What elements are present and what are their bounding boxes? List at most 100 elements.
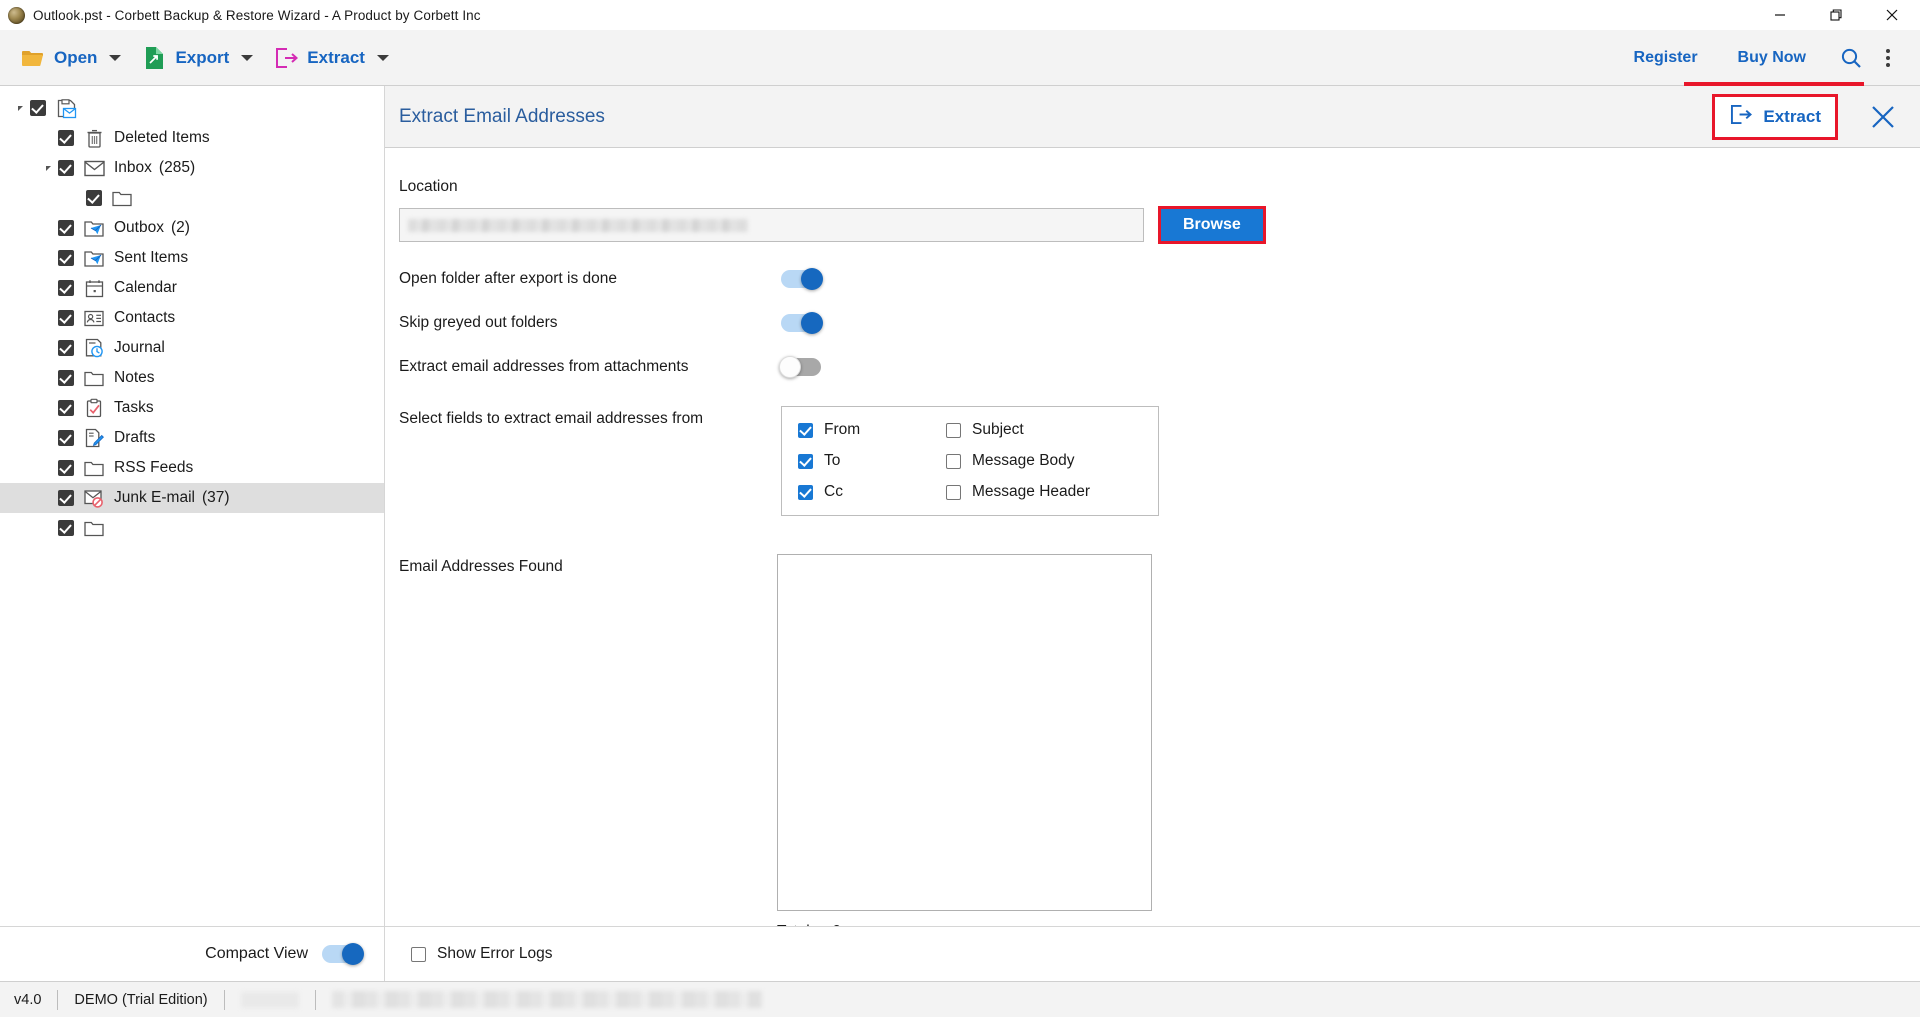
tree-node-outbox[interactable]: Outbox (2) (0, 213, 384, 243)
checkbox-box (798, 453, 813, 469)
checkbox-box (411, 946, 426, 962)
tree-node-checkbox[interactable] (58, 490, 74, 506)
found-list[interactable] (777, 554, 1152, 911)
status-divider (314, 989, 316, 1010)
panel-header-actions: Extract (1712, 86, 1920, 148)
tree-node-checkbox[interactable] (58, 280, 74, 296)
compact-view-toggle[interactable] (322, 943, 364, 965)
tree-node-calendar[interactable]: Calendar (0, 273, 384, 303)
option-toggle[interactable] (781, 312, 823, 334)
found-wrap: Total : 0 (777, 554, 1152, 926)
field-checkbox-to[interactable]: To (798, 452, 946, 470)
tree-node-checkbox[interactable] (58, 310, 74, 326)
field-checkbox-subject[interactable]: Subject (946, 421, 1090, 439)
location-input[interactable] (399, 208, 1144, 242)
panel-body: Location Browse Open folder after export… (385, 148, 1920, 926)
tree-node-checkbox[interactable] (58, 160, 74, 176)
extract-button-label: Extract (1763, 106, 1821, 126)
tree-node-unnamed[interactable] (0, 513, 384, 543)
tree-node-checkbox[interactable] (58, 220, 74, 236)
tree-node-label: Calendar (114, 279, 177, 296)
tree-node-count: (37) (201, 489, 230, 506)
field-checkbox-label: Cc (824, 483, 843, 500)
tree-node-checkbox[interactable] (58, 370, 74, 386)
folder-tree[interactable]: Deleted Items Inbox (285) Outbox (2) Sent Ite… (0, 86, 384, 926)
folder-icon (83, 517, 105, 539)
checkbox-box (798, 422, 813, 438)
field-checkbox-label: To (824, 452, 841, 469)
tree-node-tasks[interactable]: Tasks (0, 393, 384, 423)
tree-node-deleted-items[interactable]: Deleted Items (0, 123, 384, 153)
application-window: Outlook.pst - Corbett Backup & Restore W… (0, 0, 1920, 1017)
field-checkbox-message-body[interactable]: Message Body (946, 452, 1090, 470)
tree-node-rss-feeds[interactable]: RSS Feeds (0, 453, 384, 483)
tree-node-unnamed[interactable] (0, 93, 384, 123)
tree-node-drafts[interactable]: Drafts (0, 423, 384, 453)
status-bar: v4.0 DEMO (Trial Edition) (0, 981, 1920, 1017)
tree-node-journal[interactable]: Journal (0, 333, 384, 363)
show-error-logs-checkbox[interactable]: Show Error Logs (411, 945, 552, 963)
chevron-down-icon[interactable] (241, 54, 254, 61)
tree-node-junk-e-mail[interactable]: Junk E-mail (37) (0, 483, 384, 513)
maximize-restore-button[interactable] (1808, 0, 1864, 30)
tree-node-unnamed[interactable] (0, 183, 384, 213)
search-icon[interactable] (1826, 47, 1876, 69)
tree-node-checkbox[interactable] (86, 190, 102, 206)
tree-node-label: Notes (114, 369, 155, 386)
tree-node-checkbox[interactable] (58, 430, 74, 446)
option-toggle[interactable] (779, 356, 821, 378)
options-list: Open folder after export is done Skip gre… (399, 268, 1920, 378)
buy-now-link[interactable]: Buy Now (1718, 49, 1826, 67)
chevron-down-icon[interactable] (109, 54, 122, 61)
kebab-menu-icon[interactable] (1876, 48, 1906, 67)
tree-node-checkbox[interactable] (58, 130, 74, 146)
tree-node-contacts[interactable]: Contacts (0, 303, 384, 333)
tree-node-checkbox[interactable] (58, 400, 74, 416)
tree-node-label: Tasks (114, 399, 154, 416)
toolbar-item-extract[interactable]: Extract (263, 30, 399, 86)
browse-button[interactable]: Browse (1158, 206, 1266, 244)
tree-node-count: (285) (158, 159, 196, 176)
tree-node-sent-items[interactable]: Sent Items (0, 243, 384, 273)
checkbox-box (946, 453, 961, 469)
field-checkbox-message-header[interactable]: Message Header (946, 483, 1090, 501)
minimize-button[interactable] (1752, 0, 1808, 30)
extract-arrow-icon (273, 45, 299, 71)
export-file-icon (141, 45, 167, 71)
toolbar-item-extract-label: Extract (307, 47, 365, 67)
field-checkbox-label: Subject (972, 421, 1024, 438)
register-link[interactable]: Register (1614, 49, 1718, 67)
extract-button[interactable]: Extract (1712, 93, 1838, 140)
chevron-down-icon[interactable] (376, 54, 389, 61)
option-label: Extract email addresses from attachments (399, 358, 689, 375)
location-row: Browse (399, 206, 1920, 244)
option-toggle[interactable] (781, 268, 823, 290)
toolbar-item-open-label: Open (54, 47, 98, 67)
tree-node-inbox[interactable]: Inbox (285) (0, 153, 384, 183)
close-button[interactable] (1864, 0, 1920, 30)
field-checkbox-label: Message Body (972, 452, 1075, 469)
option-label: Open folder after export is done (399, 270, 617, 287)
expander-arrow-icon[interactable] (38, 165, 58, 171)
field-checkbox-cc[interactable]: Cc (798, 483, 946, 501)
expander-arrow-icon[interactable] (10, 105, 30, 111)
field-checkbox-from[interactable]: From (798, 421, 946, 439)
folder-icon (111, 187, 133, 209)
location-value-redacted (408, 218, 748, 232)
toolbar-item-export[interactable]: Export (131, 30, 263, 86)
tree-node-checkbox[interactable] (58, 460, 74, 476)
tree-node-notes[interactable]: Notes (0, 363, 384, 393)
extract-arrow-icon (1729, 104, 1753, 130)
tree-node-checkbox[interactable] (58, 520, 74, 536)
tree-node-checkbox[interactable] (30, 100, 46, 116)
fields-column-left: From To Cc (798, 421, 946, 501)
panel-close-icon[interactable] (1856, 104, 1910, 130)
tree-node-checkbox[interactable] (58, 250, 74, 266)
toolbar-item-export-label: Export (175, 47, 230, 67)
title-bar: Outlook.pst - Corbett Backup & Restore W… (0, 0, 1920, 30)
tree-node-checkbox[interactable] (58, 340, 74, 356)
toolbar-item-open[interactable]: Open (10, 30, 131, 86)
tasks-clipboard-icon (83, 397, 105, 419)
option-row-skip-greyed-out-folders: Skip greyed out folders (399, 312, 1920, 334)
location-label: Location (399, 178, 458, 195)
